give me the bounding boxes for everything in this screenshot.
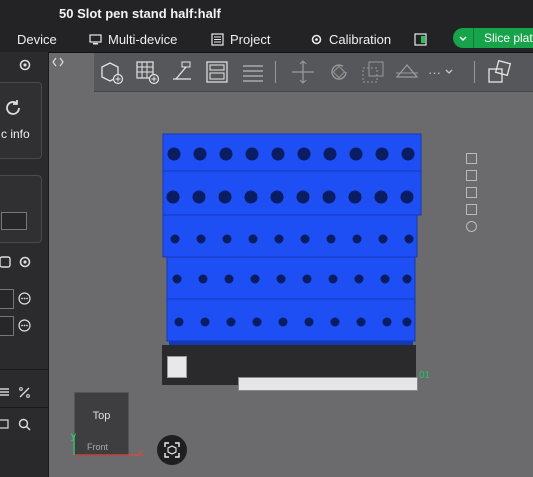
menu-device-label: Device [17, 31, 57, 47]
menu-calibration[interactable]: Calibration [310, 31, 391, 47]
menu-project-label: Project [230, 31, 271, 47]
side-icon[interactable] [466, 204, 477, 215]
object-list [0, 440, 48, 477]
more-options-icon[interactable] [18, 319, 31, 332]
object-icon[interactable] [0, 418, 9, 430]
menu-project[interactable]: Project [211, 31, 270, 47]
menu-multi-device[interactable]: Multi-device [89, 31, 177, 47]
axis-indicator [73, 435, 139, 456]
divider [0, 369, 48, 370]
slice-plate-label: Slice plat [484, 31, 533, 45]
info-label: c info [1, 127, 30, 141]
recenter-view-button[interactable] [157, 435, 187, 465]
menu-preview-toggle[interactable] [414, 31, 427, 47]
calibration-gear-icon [311, 34, 322, 44]
menu-device[interactable]: Device [0, 31, 57, 47]
axis-y-label: y [71, 431, 76, 442]
view-cube-top-label: Top [92, 410, 111, 422]
percent-icon[interactable] [18, 386, 31, 399]
3d-viewport[interactable]: ··· 01 Top Front x y [49, 53, 533, 477]
list-icon[interactable] [0, 386, 10, 398]
search-icon[interactable] [18, 418, 31, 431]
more-options-icon[interactable] [18, 292, 31, 305]
side-icon[interactable] [466, 221, 477, 232]
focus-icon [164, 442, 180, 458]
param-field-2[interactable] [0, 316, 14, 336]
multi-device-icon [89, 33, 102, 44]
slice-plate-button[interactable]: Slice plat [453, 28, 533, 48]
project-icon [211, 32, 224, 46]
process-settings-gear-icon[interactable] [18, 255, 32, 269]
axis-x-label: x [138, 448, 143, 459]
plate-corner-marker [167, 356, 187, 378]
param-field-1[interactable] [0, 289, 14, 309]
side-icon[interactable] [466, 187, 477, 198]
printer-info-card[interactable]: c info [0, 82, 42, 159]
side-icon[interactable] [466, 153, 477, 164]
left-panel: c info [0, 52, 49, 477]
refresh-icon[interactable] [3, 98, 23, 118]
filament-field[interactable] [1, 212, 27, 230]
side-icon[interactable] [466, 170, 477, 181]
filament-card [0, 175, 42, 243]
divider [0, 407, 48, 408]
menu-multi-device-label: Multi-device [108, 31, 178, 47]
title-bar: 50 Slot pen stand half:half [0, 0, 533, 26]
window-title: 50 Slot pen stand half:half [59, 6, 221, 21]
process-icon[interactable] [0, 255, 12, 269]
settings-gear-icon[interactable] [18, 58, 32, 72]
object-side-icons [466, 153, 477, 232]
menu-calibration-label: Calibration [329, 31, 392, 47]
chevron-down-icon[interactable] [453, 28, 474, 48]
preview-icon [414, 32, 427, 46]
